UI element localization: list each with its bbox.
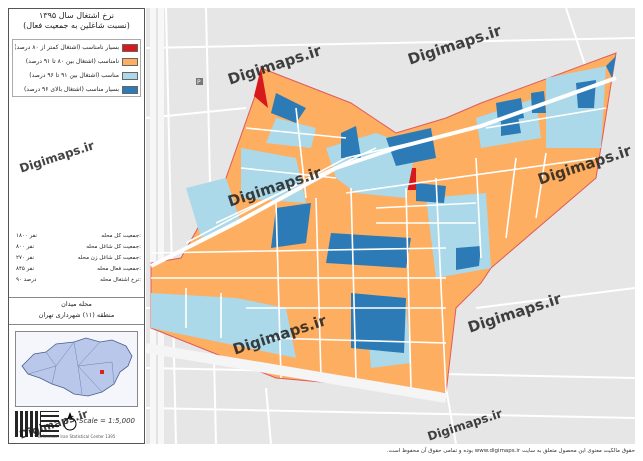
legend-label: مناسب (اشتغال بین ۹۱ تا ۹۶ درصد) [29,72,119,79]
legend: بسیار نامناسب (اشتغال کمتر از ۸۰ درصد) ن… [12,39,141,97]
zone-very-good [351,293,406,353]
statistics-table: جمعیت کل محله: ۱۸۰۰ نفر جمعیت کل شاغل مح… [12,231,141,299]
neighborhood-name: محله میدان [61,300,92,308]
stat-label: جمعیت کل شاغل محله: [86,244,141,250]
legend-item-very-good: بسیار مناسب (اشتغال بالای ۹۶ درصد) [15,84,138,96]
stat-label: جمعیت فعال محله: [97,266,141,272]
stat-row: جمعیت کل محله: ۱۸۰۰ نفر [12,231,141,242]
stat-value: ۲۷۰ نفر [16,255,34,261]
legend-swatch [122,58,138,66]
stat-row: نرخ اشتغال محله: ۹۰ درصد [12,275,141,286]
stat-row: جمعیت فعال محله: ۸۴۵ نفر [12,264,141,275]
stat-row: جمعیت کل شاغل زن محله: ۲۷۰ نفر [12,253,141,264]
legend-item-very-poor: بسیار نامناسب (اشتغال کمتر از ۸۰ درصد) [15,42,138,54]
divider [9,324,144,325]
credit-line: Reference: Iran Statistical Center 1395 [37,434,116,439]
legend-swatch [122,44,138,52]
map-sheet: نرخ اشتغال سال ۱۳۹۵ (نسبت شاغلین به جمعی… [0,0,643,461]
stat-value: ۸۴۵ نفر [16,266,34,272]
north-arrow-icon [63,412,77,431]
stat-value: ۹۰ درصد [16,277,37,283]
region-name: منطقه (۱۱) شهرداری تهران [38,311,115,319]
map-svg: P [146,8,635,444]
map-canvas[interactable]: P Digimaps.ir Digimaps.ir Digimaps.ir Di… [146,8,635,444]
stat-label: جمعیت کل شاغل زن محله: [77,255,141,261]
legend-swatch [122,72,138,80]
scale-label: Scale = 1:5,000 [79,417,135,425]
stat-label: جمعیت کل محله: [101,233,141,239]
legend-label: نامناسب (اشتغال بین ۸۰ تا ۹۱ درصد) [25,58,119,65]
svg-text:P: P [197,79,201,86]
stat-value: ۸۰۰ نفر [16,244,34,250]
divider [9,297,144,298]
tehran-outline [21,337,133,397]
zone-very-good [416,183,446,203]
legend-item-good: مناسب (اشتغال بین ۹۱ تا ۹۶ درصد) [15,70,138,82]
legend-label: بسیار مناسب (اشتغال بالای ۹۶ درصد) [23,86,119,93]
map-title: نرخ اشتغال سال ۱۳۹۵ [38,11,115,20]
location-marker [100,370,104,374]
map-sidebar: نرخ اشتغال سال ۱۳۹۵ (نسبت شاغلین به جمعی… [8,8,145,444]
legend-label: بسیار نامناسب (اشتغال کمتر از ۸۰ درصد) [15,44,119,51]
copyright-note: حقوق مالکیت معنوی این محصول متعلق به سای… [386,448,635,454]
legend-item-poor: نامناسب (اشتغال بین ۸۰ تا ۹۱ درصد) [15,56,138,68]
stat-row: جمعیت کل شاغل محله: ۸۰۰ نفر [12,242,141,253]
map-subtitle: (نسبت شاغلین به جمعیت فعال) [23,21,130,30]
zone-good [546,66,606,148]
stat-label: نرخ اشتغال محله: [100,277,141,283]
locator-map [15,331,138,407]
legend-swatch [122,86,138,94]
stat-value: ۱۸۰۰ نفر [16,233,37,239]
